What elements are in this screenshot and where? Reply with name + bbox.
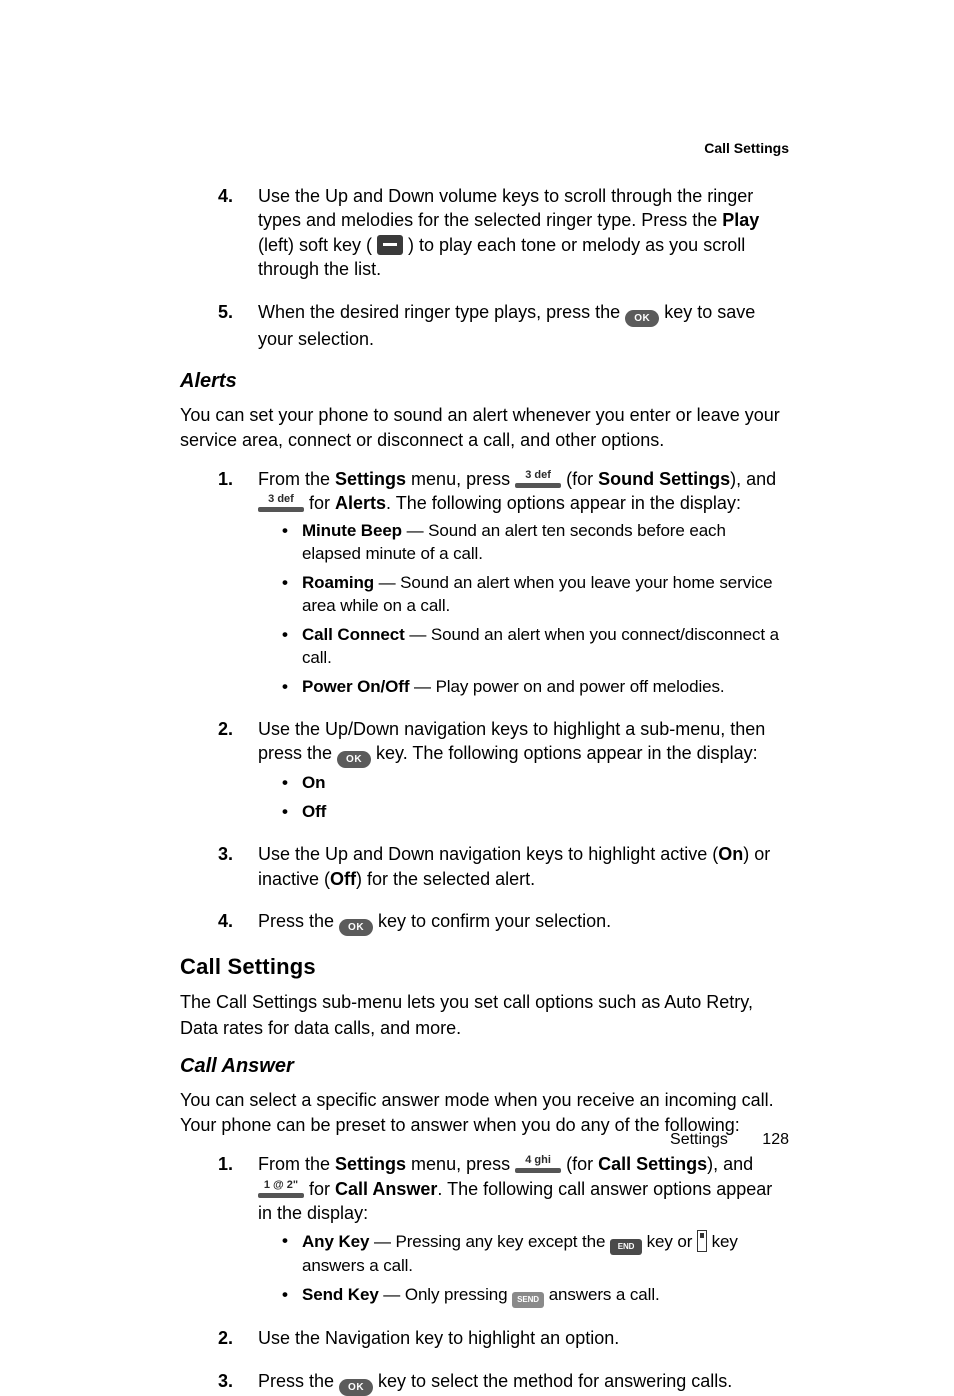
softkey-icon — [377, 235, 403, 255]
heading-alerts: Alerts — [180, 370, 789, 393]
callanswer-step-3: 3. Press the OK key to select the method… — [218, 1369, 789, 1396]
bullet: Power On/Off — Play power on and power o… — [282, 676, 789, 699]
bold: Settings — [335, 1154, 406, 1174]
alerts-step-2: 2. Use the Up/Down navigation keys to hi… — [218, 717, 789, 825]
callanswer-step-2: 2. Use the Navigation key to highlight a… — [218, 1326, 789, 1350]
key-4ghi-icon: 4 ghi — [515, 1155, 561, 1173]
bold: Call Settings — [598, 1154, 707, 1174]
bullet-on: On — [282, 772, 789, 795]
step-number: 2. — [218, 1326, 233, 1350]
step-number: 2. — [218, 717, 233, 741]
footer-section: Settings — [670, 1131, 728, 1148]
bullet-sendkey: Send Key — Only pressing SEND answers a … — [282, 1284, 789, 1308]
step-number: 5. — [218, 300, 233, 324]
heading-call-answer: Call Answer — [180, 1055, 789, 1078]
key-3def-icon: 3 def — [515, 470, 561, 488]
side-key-icon — [697, 1230, 707, 1252]
page-footer: Settings 128 — [0, 1131, 789, 1149]
step-4: 4. Use the Up and Down volume keys to sc… — [218, 184, 789, 282]
bold: Sound Settings — [598, 469, 730, 489]
key-3def-icon: 3 def — [258, 494, 304, 512]
text: (left) soft key ( — [258, 235, 377, 255]
text: From the — [258, 1154, 335, 1174]
alerts-intro: You can set your phone to sound an alert… — [180, 403, 789, 453]
alerts-step-3: 3. Use the Up and Down navigation keys t… — [218, 842, 789, 891]
footer-page-number: 128 — [762, 1131, 789, 1149]
step-number: 4. — [218, 909, 233, 933]
text: When the desired ringer type plays, pres… — [258, 302, 625, 322]
text: Use the Navigation key to highlight an o… — [258, 1328, 619, 1348]
text: Press the — [258, 1371, 339, 1391]
step-number: 3. — [218, 842, 233, 866]
ok-key-icon: OK — [625, 310, 659, 327]
ok-key-icon: OK — [339, 919, 373, 936]
bullet-off: Off — [282, 801, 789, 824]
text: Use the Up and Down volume keys to scrol… — [258, 186, 753, 230]
text: for — [304, 1179, 335, 1199]
call-answer-steps: 1. From the Settings menu, press 4 ghi (… — [180, 1152, 789, 1396]
alerts-step-4: 4. Press the OK key to confirm your sele… — [218, 909, 789, 936]
bold: Settings — [335, 469, 406, 489]
bold-play: Play — [722, 210, 759, 230]
bold: Off — [330, 869, 356, 889]
ok-key-icon: OK — [339, 1379, 373, 1396]
top-steps-block: 4. Use the Up and Down volume keys to sc… — [180, 184, 789, 352]
call-settings-intro: The Call Settings sub-menu lets you set … — [180, 990, 789, 1040]
bullet-anykey: Any Key — Pressing any key except the EN… — [282, 1230, 789, 1278]
text: ) for the selected alert. — [356, 869, 535, 889]
text: (for — [561, 469, 598, 489]
ok-key-icon: OK — [337, 751, 371, 768]
text: menu, press — [406, 1154, 515, 1174]
end-key-icon: END — [610, 1239, 642, 1255]
bold: Alerts — [335, 493, 386, 513]
text: for — [304, 493, 335, 513]
heading-call-settings: Call Settings — [180, 954, 789, 980]
bullet: Minute Beep — Sound an alert ten seconds… — [282, 520, 789, 566]
text: ), and — [730, 469, 776, 489]
alerts-steps: 1. From the Settings menu, press 3 def (… — [180, 467, 789, 936]
text: key. The following options appear in the… — [371, 743, 758, 763]
alerts-step-1: 1. From the Settings menu, press 3 def (… — [218, 467, 789, 699]
step-5: 5. When the desired ringer type plays, p… — [218, 300, 789, 352]
bold: On — [718, 844, 743, 864]
callanswer-step-1: 1. From the Settings menu, press 4 ghi (… — [218, 1152, 789, 1308]
text: . The following options appear in the di… — [386, 493, 741, 513]
bullet: Roaming — Sound an alert when you leave … — [282, 572, 789, 618]
bullet: Call Connect — Sound an alert when you c… — [282, 624, 789, 670]
step-number: 1. — [218, 1152, 233, 1176]
text: ), and — [707, 1154, 753, 1174]
running-header: Call Settings — [180, 140, 789, 156]
text: menu, press — [406, 469, 515, 489]
page-content: Call Settings 4. Use the Up and Down vol… — [0, 0, 954, 1396]
text: key to confirm your selection. — [373, 911, 611, 931]
text: From the — [258, 469, 335, 489]
step-number: 4. — [218, 184, 233, 208]
text: Use the Up and Down navigation keys to h… — [258, 844, 718, 864]
text: key to select the method for answering c… — [373, 1371, 732, 1391]
step-number: 3. — [218, 1369, 233, 1393]
text: (for — [561, 1154, 598, 1174]
bold: Call Answer — [335, 1179, 437, 1199]
step-number: 1. — [218, 467, 233, 491]
text: Press the — [258, 911, 339, 931]
key-1-icon: 1 @ 2" — [258, 1180, 304, 1198]
send-key-icon: SEND — [512, 1292, 544, 1308]
